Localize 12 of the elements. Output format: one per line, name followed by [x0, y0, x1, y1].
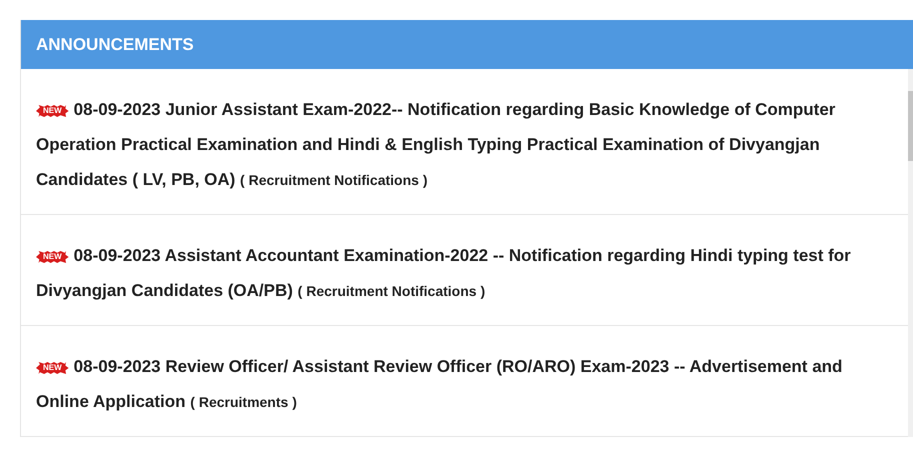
new-badge: NEW: [36, 362, 69, 374]
new-badge: NEW: [36, 251, 69, 263]
announcement-link[interactable]: NEW 08-09-2023 Junior Assistant Exam-2022-- Notification regarding Basic Knowledge of Computer Operation Practical Examination and Hindi & English Typing Practical Examination of Divyangjan Candidates ( LV, PB, OA) ( Recruitment Notifications ): [36, 92, 878, 198]
category-label[interactable]: ( Recruitment Notifications ): [240, 172, 428, 188]
new-badge: NEW: [36, 105, 69, 117]
category-label[interactable]: ( Recruitments ): [190, 394, 297, 410]
announcement-link[interactable]: NEW 08-09-2023 Review Officer/ Assistant Review Officer (RO/ARO) Exam-2023 -- Advertisement and Online Application ( Recruitments ): [36, 349, 878, 420]
announcement-link[interactable]: NEW 08-09-2023 Assistant Accountant Examination-2022 -- Notification regarding Hindi typing test for Divyangjan Candidates (OA/PB) ( Recruitment Notifications ): [36, 238, 878, 309]
panel-title: ANNOUNCEMENTS: [21, 20, 913, 69]
scrollbar[interactable]: [908, 69, 913, 437]
scrollbar-thumb[interactable]: [908, 91, 913, 161]
category-label[interactable]: ( Recruitment Notifications ): [298, 283, 486, 299]
